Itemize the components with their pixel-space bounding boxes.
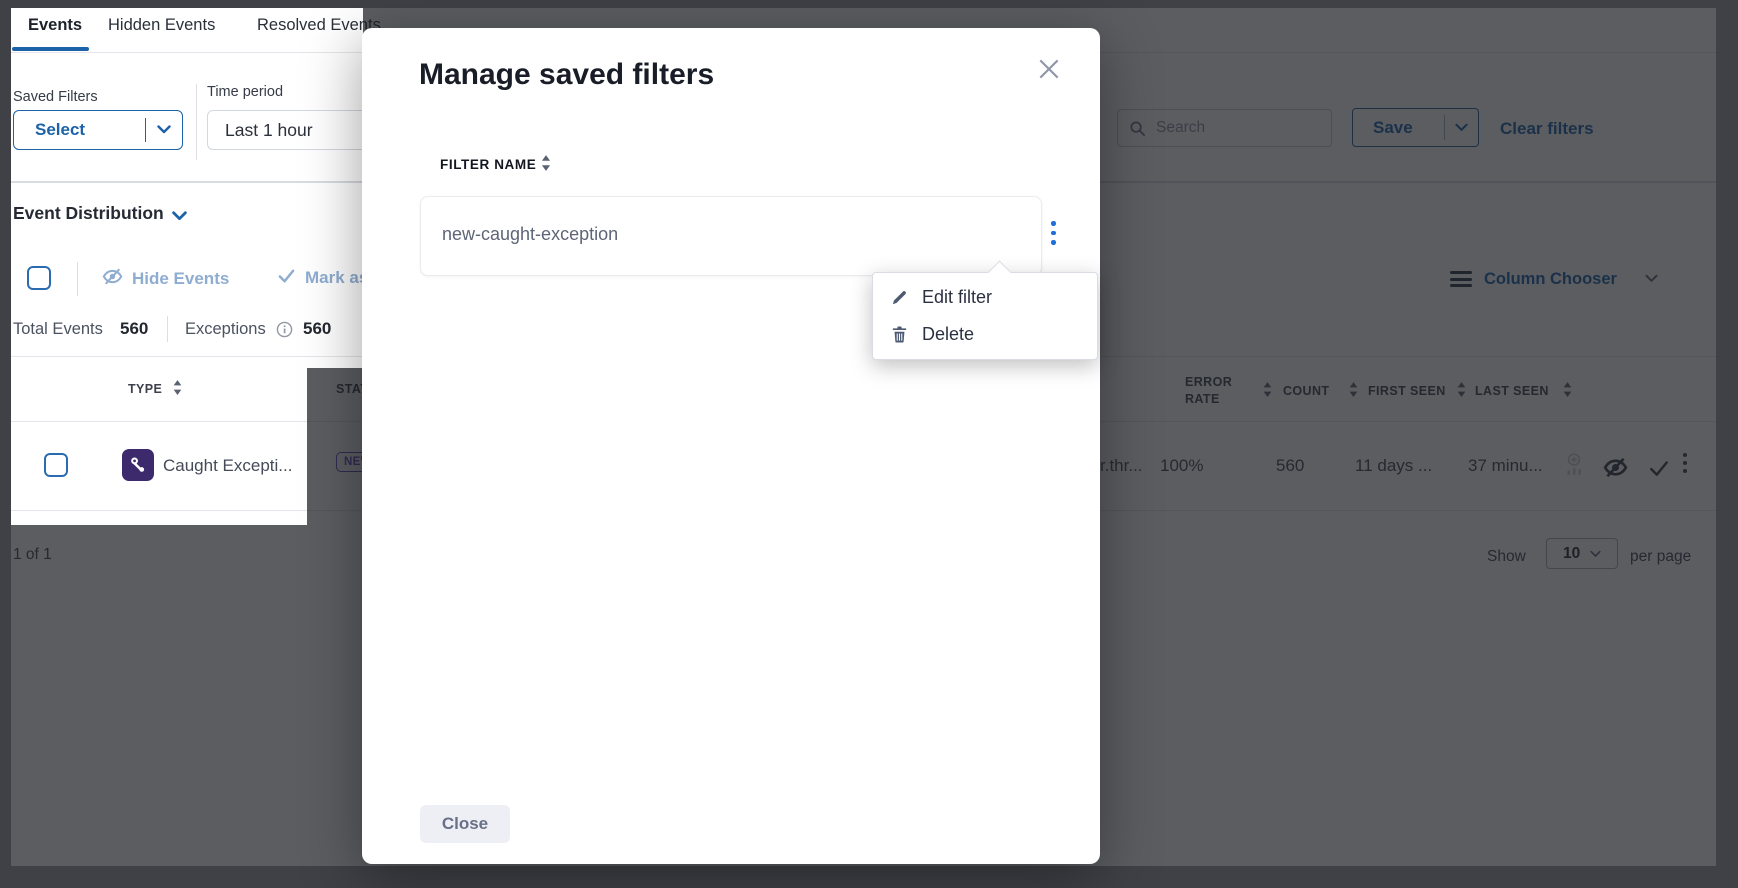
totals-divider <box>167 316 168 342</box>
row-checkbox[interactable] <box>44 453 68 477</box>
total-events-label: Total Events <box>13 320 103 339</box>
saved-filter-name: new-caught-exception <box>442 224 618 245</box>
app-window: Events Hidden Events Resolved Events Sav… <box>0 0 1738 888</box>
tab-hidden-events[interactable]: Hidden Events <box>108 16 215 35</box>
close-button[interactable]: Close <box>420 805 510 843</box>
check-icon <box>277 266 296 290</box>
modal-backdrop <box>11 525 363 866</box>
hide-events-button[interactable]: Hide Events <box>102 266 229 292</box>
modal-title: Manage saved filters <box>419 58 714 92</box>
window-frame-bottom <box>0 866 1738 888</box>
total-events-value: 560 <box>120 319 148 339</box>
time-period-value: Last 1 hour <box>225 120 313 141</box>
saved-filters-value: Select <box>35 120 85 140</box>
tab-events[interactable]: Events <box>28 16 82 35</box>
hide-events-label: Hide Events <box>132 269 229 289</box>
saved-filters-select[interactable]: Select <box>13 110 183 150</box>
close-button-label: Close <box>442 814 488 834</box>
select-divider <box>145 118 147 142</box>
trash-icon <box>890 325 909 344</box>
chevron-down-icon[interactable] <box>157 121 171 139</box>
exceptions-value: 560 <box>303 319 331 339</box>
bulk-divider <box>77 262 78 296</box>
select-all-checkbox[interactable] <box>27 266 51 290</box>
edit-filter-label: Edit filter <box>922 287 992 308</box>
window-frame-top <box>0 0 1738 8</box>
saved-filters-label: Saved Filters <box>13 89 98 105</box>
delete-filter-menu-item[interactable]: Delete <box>873 316 1097 353</box>
modal-backdrop <box>307 368 363 525</box>
window-frame-right <box>1716 8 1738 888</box>
filter-name-column-header[interactable]: FILTER NAME <box>440 157 536 172</box>
delete-filter-label: Delete <box>922 324 974 345</box>
filter-kebab-menu-icon[interactable] <box>1051 221 1056 245</box>
sort-icon[interactable] <box>540 154 552 172</box>
pencil-icon <box>890 288 909 307</box>
info-icon[interactable] <box>276 321 293 343</box>
row-type-label[interactable]: Caught Excepti... <box>163 456 292 476</box>
event-distribution-title: Event Distribution <box>13 203 164 224</box>
filter-context-menu: Edit filter Delete <box>872 272 1098 360</box>
close-icon[interactable] <box>1036 56 1062 87</box>
event-distribution-chevron-icon[interactable] <box>172 208 187 226</box>
header-type[interactable]: TYPE <box>128 382 162 396</box>
toolbar-divider <box>196 84 197 160</box>
saved-filter-row: new-caught-exception <box>420 196 1042 276</box>
window-frame-left <box>0 8 11 888</box>
exceptions-label: Exceptions <box>185 320 266 339</box>
time-period-label: Time period <box>207 84 283 100</box>
eye-slash-icon <box>102 266 123 292</box>
caught-exception-type-icon <box>122 449 154 481</box>
edit-filter-menu-item[interactable]: Edit filter <box>873 279 1097 316</box>
sort-icon[interactable] <box>172 379 183 396</box>
manage-saved-filters-modal: Manage saved filters FILTER NAME new-cau… <box>362 28 1100 864</box>
active-tab-indicator <box>12 47 89 51</box>
